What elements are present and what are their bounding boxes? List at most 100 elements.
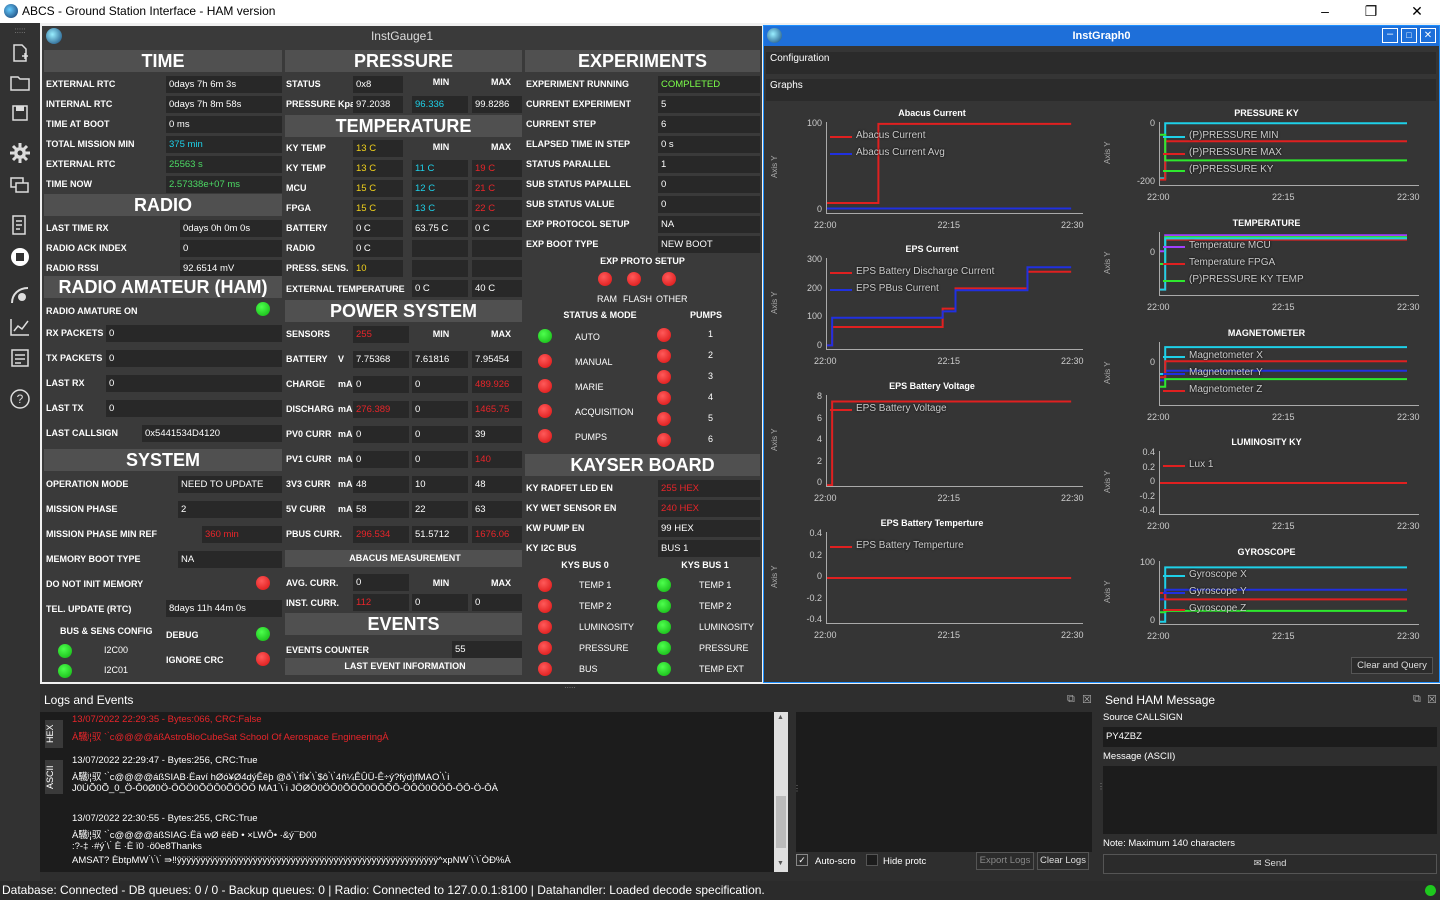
bus1-led[interactable] bbox=[657, 662, 671, 676]
status-mode-label: STATUS & MODE bbox=[563, 310, 637, 320]
ignore-crc-led[interactable] bbox=[256, 652, 270, 666]
clear-logs-button[interactable]: Clear Logs bbox=[1037, 852, 1089, 870]
ram-label: RAM bbox=[597, 294, 617, 304]
y-tick-label: 4 bbox=[816, 434, 822, 444]
kayser-value: 99 HEX bbox=[658, 520, 760, 537]
close-button[interactable]: ✕ bbox=[1394, 0, 1440, 23]
help-icon[interactable]: ? bbox=[8, 387, 32, 411]
send-button[interactable]: ✉ Send bbox=[1103, 854, 1437, 874]
pump-led[interactable] bbox=[657, 349, 671, 363]
bus1-led[interactable] bbox=[657, 620, 671, 634]
log-view[interactable]: HEX ASCII 13/07/2022 22:29:35 - Bytes:06… bbox=[40, 712, 788, 872]
do-not-init-memory-label: DO NOT INIT MEMORY bbox=[46, 579, 144, 589]
power-value: 255 bbox=[353, 326, 409, 343]
log-line: 13/07/2022 22:30:55 - Bytes:255, CRC:Tru… bbox=[72, 813, 258, 824]
tab-hex[interactable]: HEX bbox=[45, 720, 63, 748]
ram-led[interactable] bbox=[598, 272, 612, 286]
ham-float-icon[interactable]: ⧉ bbox=[1413, 693, 1421, 706]
logs-close-icon[interactable]: ☒ bbox=[1082, 693, 1092, 706]
bus1-led[interactable] bbox=[657, 599, 671, 613]
i2c00-led[interactable] bbox=[58, 644, 72, 658]
mode-led[interactable] bbox=[538, 329, 552, 343]
log-scrollbar[interactable]: ▲ ▼ bbox=[774, 712, 788, 872]
tab-configuration[interactable]: Configuration bbox=[766, 52, 1436, 74]
graph-minimize-button[interactable]: – bbox=[1382, 28, 1398, 43]
external-temperature-max: 40 C bbox=[472, 280, 522, 297]
settings-gear-icon[interactable] bbox=[8, 141, 32, 165]
bus1-led[interactable] bbox=[657, 578, 671, 592]
ham-label: LAST CALLSIGN bbox=[46, 428, 118, 438]
legend-entry: (P)PRESSURE KY bbox=[1189, 164, 1274, 175]
chart-icon[interactable] bbox=[8, 315, 32, 339]
mode-led[interactable] bbox=[538, 379, 552, 393]
mode-led[interactable] bbox=[538, 404, 552, 418]
mode-led[interactable] bbox=[538, 354, 552, 368]
radio-amature-on-led[interactable] bbox=[256, 302, 270, 316]
satellite-icon[interactable] bbox=[8, 283, 32, 307]
save-icon[interactable] bbox=[8, 101, 32, 125]
message-textarea[interactable] bbox=[1103, 766, 1437, 834]
scroll-thumb[interactable] bbox=[776, 796, 786, 848]
y-tick-label: -0.2 bbox=[806, 592, 822, 603]
experiment-label: STATUS PARALLEL bbox=[526, 159, 611, 169]
radio-amature-on-label: RADIO AMATURE ON bbox=[46, 306, 138, 316]
vsplit-handle[interactable]: ⋮ bbox=[793, 784, 801, 793]
y-tick-label: 0.2 bbox=[1142, 461, 1155, 472]
maximize-button[interactable]: ❐ bbox=[1348, 0, 1394, 23]
log-edit-icon[interactable] bbox=[8, 213, 32, 237]
bus1-led[interactable] bbox=[657, 641, 671, 655]
x-tick-label: 22:30 bbox=[1397, 521, 1420, 531]
tab-graphs[interactable]: Graphs bbox=[766, 79, 1436, 101]
events-counter-value: 55 bbox=[452, 641, 522, 658]
source-callsign-input[interactable]: PY4ZBZ bbox=[1103, 727, 1437, 747]
graph-close-button[interactable]: ✕ bbox=[1420, 28, 1436, 43]
clear-and-query-button[interactable]: Clear and Query bbox=[1351, 657, 1433, 674]
temperature-label: BATTERY bbox=[286, 223, 328, 233]
scroll-down-icon[interactable]: ▼ bbox=[777, 860, 784, 867]
y-tick-label: 0 bbox=[1149, 118, 1155, 128]
windows-icon[interactable] bbox=[8, 173, 32, 197]
pump-led[interactable] bbox=[657, 433, 671, 447]
bus0-led[interactable] bbox=[538, 578, 552, 592]
bus0-led[interactable] bbox=[538, 662, 552, 676]
other-led[interactable] bbox=[662, 272, 676, 286]
export-logs-button[interactable]: Export Logs bbox=[976, 852, 1034, 870]
bus0-item: TEMP 2 bbox=[579, 601, 612, 611]
bus0-led[interactable] bbox=[538, 641, 552, 655]
power-value: 58 bbox=[353, 501, 409, 518]
debug-led[interactable] bbox=[256, 627, 270, 641]
x-tick-label: 22:30 bbox=[1061, 493, 1084, 503]
scroll-up-icon[interactable]: ▲ bbox=[777, 714, 784, 721]
bus1-item: PRESSURE bbox=[699, 643, 749, 653]
pump-led[interactable] bbox=[657, 370, 671, 384]
y-tick-label: 6 bbox=[816, 412, 822, 423]
open-folder-icon[interactable] bbox=[8, 71, 32, 95]
logs-float-icon[interactable]: ⧉ bbox=[1067, 693, 1075, 706]
ham-value: 0 bbox=[106, 375, 282, 392]
system-label: MEMORY BOOT TYPE bbox=[46, 554, 141, 564]
splitter-handle[interactable]: ..... bbox=[40, 682, 1100, 690]
auto-scroll-checkbox[interactable]: ✓ bbox=[796, 854, 808, 866]
pump-led[interactable] bbox=[657, 328, 671, 342]
pump-led[interactable] bbox=[657, 412, 671, 426]
bus0-led[interactable] bbox=[538, 620, 552, 634]
stop-icon[interactable] bbox=[8, 245, 32, 269]
ham-close-icon[interactable]: ☒ bbox=[1427, 693, 1437, 706]
ham-split-handle[interactable]: ⋮ bbox=[1097, 782, 1105, 791]
pump-led[interactable] bbox=[657, 391, 671, 405]
temperature-min: 12 C bbox=[412, 180, 468, 197]
tab-ascii[interactable]: ASCII bbox=[45, 760, 63, 794]
do-not-init-memory-led[interactable] bbox=[256, 576, 270, 590]
report-icon[interactable] bbox=[8, 347, 32, 371]
log-line: J0ÙÕ0Õ_0_Ö-Ô0Ø0Ö-ÖÔÖ0ÕÖÔ0ÕÖÔÖ MA1 ̀\ ̀i … bbox=[72, 783, 499, 794]
flash-led[interactable] bbox=[627, 272, 641, 286]
i2c01-led[interactable] bbox=[58, 664, 72, 678]
hide-proto-checkbox[interactable] bbox=[866, 854, 878, 866]
mode-led[interactable] bbox=[538, 429, 552, 443]
chart-title: EPS Current bbox=[905, 244, 959, 254]
bus0-led[interactable] bbox=[538, 599, 552, 613]
graph-maximize-button[interactable]: □ bbox=[1401, 28, 1417, 43]
minimize-button[interactable]: – bbox=[1302, 0, 1348, 23]
legend-swatch bbox=[1163, 390, 1185, 392]
new-file-icon[interactable] bbox=[8, 41, 32, 65]
